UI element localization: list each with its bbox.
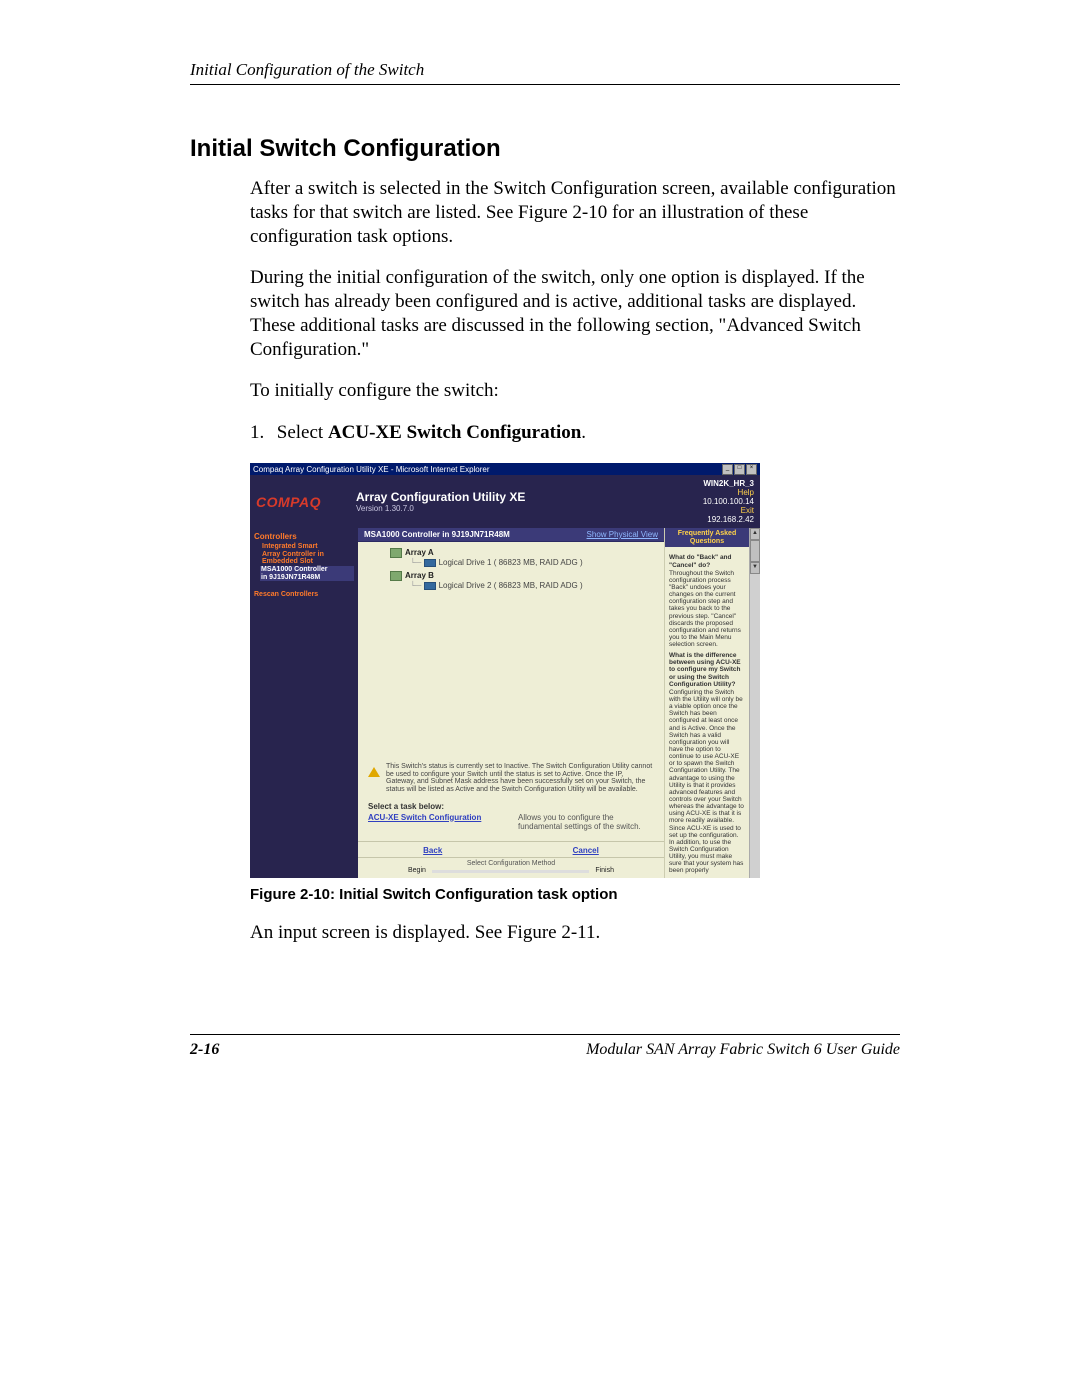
- rescan-controllers-link[interactable]: Rescan Controllers: [254, 591, 354, 598]
- step-1: 1. Select ACU-XE Switch Configuration.: [250, 422, 900, 444]
- help-link[interactable]: Help: [703, 488, 754, 497]
- ie-titlebar: Compaq Array Configuration Utility XE - …: [250, 463, 760, 475]
- step-bold: ACU-XE Switch Configuration: [328, 422, 581, 443]
- sidebar-item-msa1000[interactable]: MSA1000 Controller in 9J19JN71R48M: [260, 566, 354, 581]
- array-icon: [390, 571, 402, 581]
- tree-label: Array B: [405, 571, 434, 580]
- sidebar-text: MSA1000 Controller: [261, 566, 328, 573]
- step-pre: Select: [277, 422, 328, 443]
- compaq-logo: COMPAQ: [256, 494, 356, 510]
- panel-title: MSA1000 Controller in 9J19JN71R48M: [364, 530, 510, 539]
- app-banner: COMPAQ Array Configuration Utility XE Ve…: [250, 475, 760, 528]
- wizard-progress-bar: [432, 870, 589, 873]
- scroll-thumb[interactable]: [750, 540, 760, 562]
- faq-question-2: What is the difference between using ACU…: [669, 652, 745, 688]
- drive-icon: [424, 559, 436, 567]
- paragraph-2: During the initial configuration of the …: [250, 266, 900, 361]
- tree-label: Logical Drive 2 ( 86823 MB, RAID ADG ): [439, 581, 583, 590]
- step-post: .: [581, 422, 586, 443]
- minimize-icon[interactable]: _: [722, 464, 733, 475]
- scroll-down-icon[interactable]: ▼: [750, 562, 760, 574]
- app-title: Array Configuration Utility XE: [356, 490, 703, 504]
- wizard-progress: Begin Finish: [358, 867, 664, 878]
- main-panel: MSA1000 Controller in 9J19JN71R48M Show …: [358, 528, 664, 878]
- paragraph-3: To initially configure the switch:: [250, 379, 900, 403]
- section-heading: Initial Switch Configuration: [190, 135, 900, 163]
- running-header: Initial Configuration of the Switch: [190, 60, 900, 85]
- back-link[interactable]: Back: [423, 846, 442, 855]
- sidebar-text: Embedded Slot: [262, 558, 313, 565]
- page-footer: 2-16 Modular SAN Array Fabric Switch 6 U…: [190, 1034, 900, 1059]
- faq-panel: Frequently Asked Questions What do "Back…: [664, 528, 760, 878]
- paragraph-1: After a switch is selected in the Switch…: [250, 177, 900, 248]
- warning-icon: [368, 767, 380, 777]
- tree-array-b[interactable]: Array B: [390, 571, 652, 581]
- hostname: WIN2K_HR_3: [703, 479, 754, 488]
- task-description: Allows you to configure the fundamental …: [518, 813, 654, 831]
- figure-caption: Figure 2-10: Initial Switch Configuratio…: [250, 886, 900, 903]
- window-controls: _ □ ×: [722, 464, 757, 475]
- host-ip-2: 192.168.2.42: [707, 515, 754, 524]
- ie-title-text: Compaq Array Configuration Utility XE - …: [253, 465, 490, 474]
- wizard-begin-label: Begin: [408, 867, 426, 874]
- task-header: Select a task below:: [358, 798, 664, 813]
- sidebar: Controllers Integrated Smart Array Contr…: [250, 528, 358, 878]
- wizard-finish-label: Finish: [595, 867, 614, 874]
- faq-header: Frequently Asked Questions: [665, 528, 749, 547]
- app-version: Version 1.30.7.0: [356, 504, 703, 513]
- faq-answer-1: Throughout the Switch configuration proc…: [669, 570, 745, 649]
- sidebar-text: Integrated Smart: [262, 543, 318, 550]
- sidebar-header: Controllers: [254, 532, 354, 541]
- figure-2-10: Compaq Array Configuration Utility XE - …: [250, 463, 760, 878]
- tree-label: Array A: [405, 548, 434, 557]
- tree-logical-drive-1[interactable]: └─ Logical Drive 1 ( 86823 MB, RAID ADG …: [410, 558, 652, 567]
- paragraph-after-figure: An input screen is displayed. See Figure…: [250, 922, 900, 944]
- host-ip-1: 10.100.100.14: [703, 497, 754, 506]
- cancel-link[interactable]: Cancel: [573, 846, 599, 855]
- drive-icon: [424, 582, 436, 590]
- sidebar-text: Array Controller in: [262, 551, 324, 558]
- array-tree: Array A └─ Logical Drive 1 ( 86823 MB, R…: [358, 542, 664, 594]
- faq-question-1: What do "Back" and "Cancel" do?: [669, 554, 745, 568]
- panel-header: MSA1000 Controller in 9J19JN71R48M Show …: [358, 528, 664, 542]
- array-icon: [390, 548, 402, 558]
- doc-title: Modular SAN Array Fabric Switch 6 User G…: [586, 1041, 900, 1059]
- page-number: 2-16: [190, 1041, 219, 1059]
- tree-label: Logical Drive 1 ( 86823 MB, RAID ADG ): [439, 558, 583, 567]
- warning-text: This Switch's status is currently set to…: [386, 763, 652, 793]
- wizard-step-label: Select Configuration Method: [358, 857, 664, 867]
- sidebar-item-smart-array[interactable]: Integrated Smart Array Controller in Emb…: [262, 543, 354, 566]
- show-physical-view-link[interactable]: Show Physical View: [587, 530, 658, 539]
- tree-logical-drive-2[interactable]: └─ Logical Drive 2 ( 86823 MB, RAID ADG …: [410, 581, 652, 590]
- bottom-nav: Back Cancel: [358, 841, 664, 857]
- scroll-up-icon[interactable]: ▲: [750, 528, 760, 540]
- warning-message: This Switch's status is currently set to…: [358, 761, 664, 798]
- step-number: 1.: [250, 422, 272, 444]
- sidebar-text: in 9J19JN71R48M: [261, 574, 320, 581]
- maximize-icon[interactable]: □: [734, 464, 745, 475]
- close-icon[interactable]: ×: [746, 464, 757, 475]
- tree-array-a[interactable]: Array A: [390, 548, 652, 558]
- faq-answer-2: Configuring the Switch with the Utility …: [669, 689, 745, 875]
- acu-xe-switch-configuration-link[interactable]: ACU-XE Switch Configuration: [368, 813, 518, 831]
- exit-link[interactable]: Exit: [703, 506, 754, 515]
- faq-scrollbar[interactable]: ▲ ▼: [749, 528, 760, 878]
